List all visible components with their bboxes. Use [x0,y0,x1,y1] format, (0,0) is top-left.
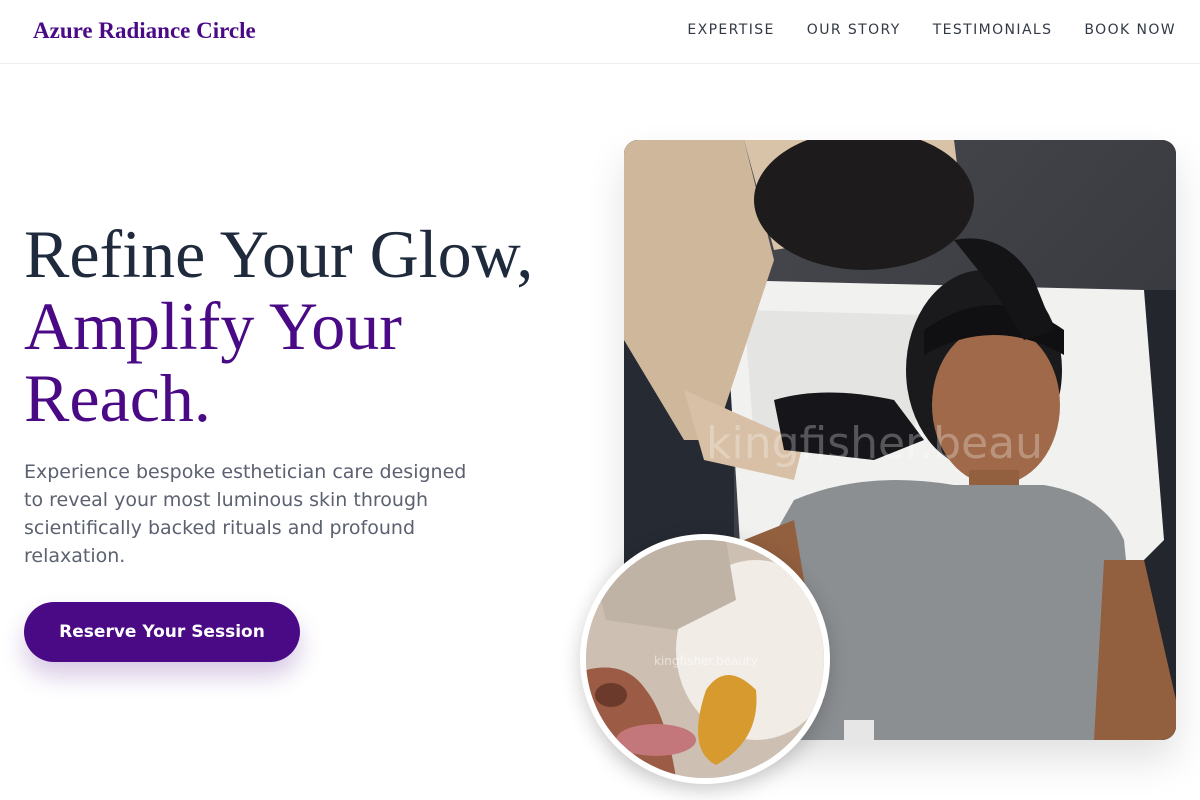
inset-photo-frame: kingfisher.beauty [580,534,830,784]
nav-book-now[interactable]: BOOK NOW [1084,22,1176,38]
hero-subcopy: Experience bespoke esthetician care desi… [24,461,467,567]
photo-watermark: kingfisher.beau [706,418,1044,469]
main-nav: EXPERTISE OUR STORY TESTIMONIALS BOOK NO… [687,22,1176,38]
headline-line-1: Refine Your Glow, [24,216,534,292]
headline-line-2: Amplify Your Reach. [24,288,402,436]
reserve-session-button[interactable]: Reserve Your Session [24,602,300,662]
hero-headline: Refine Your Glow, Amplify Your Reach. [24,218,604,434]
inset-treatment-photo: kingfisher.beauty [586,540,824,778]
nav-testimonials[interactable]: TESTIMONIALS [933,22,1053,38]
nav-our-story[interactable]: OUR STORY [807,22,901,38]
brand-logo[interactable]: Azure Radiance Circle [33,18,256,44]
nav-expertise[interactable]: EXPERTISE [687,22,774,38]
inset-watermark: kingfisher.beauty [654,654,758,668]
site-header: Azure Radiance Circle EXPERTISE OUR STOR… [0,0,1200,64]
